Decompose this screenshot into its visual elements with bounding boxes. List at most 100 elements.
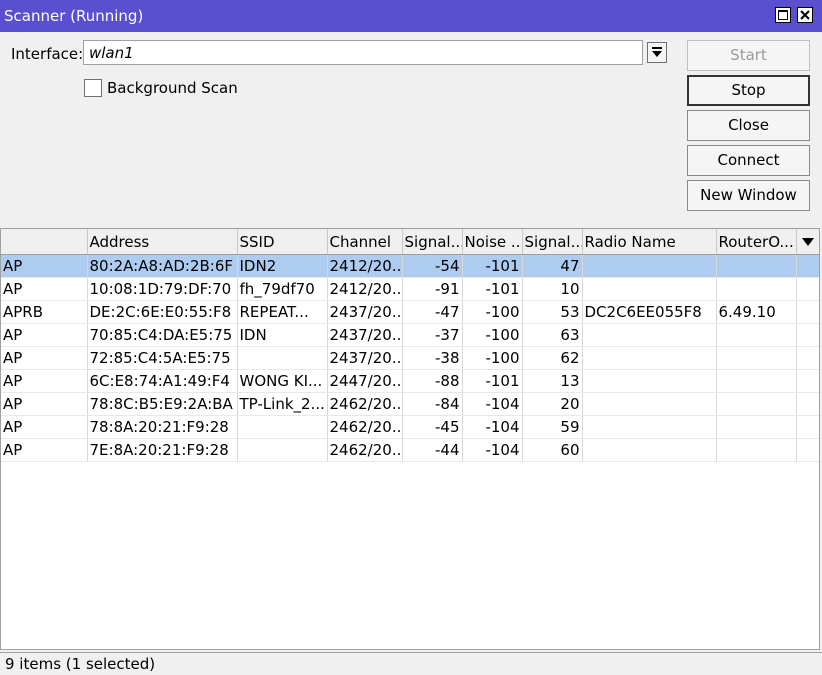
table-cell: 2437/20... (327, 300, 403, 324)
table-cell-pad (796, 346, 819, 370)
table-cell (237, 346, 328, 370)
table-row[interactable]: APRB DE:2C:6E:E0:55:F8 REPEAT... 2437/20...… (1, 300, 819, 324)
table-cell (716, 277, 797, 301)
column-header[interactable]: Signal... (522, 229, 583, 255)
table-cell-pad (796, 392, 819, 416)
column-header[interactable]: SSID (237, 229, 328, 255)
table-cell (716, 369, 797, 393)
table-cell: -84 (402, 392, 463, 416)
table-cell (582, 254, 717, 278)
stop-button[interactable]: Stop (687, 75, 810, 106)
table-cell: DC2C6EE055F8 (582, 300, 717, 324)
column-header[interactable] (1, 229, 88, 255)
background-scan-checkbox[interactable] (84, 79, 102, 97)
table-cell-pad (796, 415, 819, 439)
table-row[interactable]: AP 10:08:1D:79:DF:70 fh_79df70 2412/20... -9… (1, 277, 819, 301)
start-button[interactable]: Start (687, 40, 810, 71)
table-cell: 2462/20... (327, 392, 403, 416)
table-row[interactable]: AP 80:2A:A8:AD:2B:6F IDN2 2412/20... -54 -101… (1, 254, 819, 278)
table-cell: AP (1, 369, 88, 393)
table-cell (582, 392, 717, 416)
table-cell: 59 (522, 415, 583, 439)
table-cell-pad (796, 438, 819, 462)
table-cell: -100 (462, 323, 523, 347)
table-cell: 63 (522, 323, 583, 347)
title-bar: Scanner (Running) (0, 0, 822, 32)
connect-button[interactable]: Connect (687, 145, 810, 176)
table-cell: -104 (462, 415, 523, 439)
table-row[interactable]: AP 72:85:C4:5A:E5:75 2437/20... -38 -100 62 (1, 346, 819, 370)
table-cell: 78:8A:20:21:F9:28 (87, 415, 238, 439)
table-cell (237, 438, 328, 462)
table-cell: 6.49.10 (716, 300, 797, 324)
table-cell: -104 (462, 438, 523, 462)
table-cell: 2447/20... (327, 369, 403, 393)
table-cell (716, 392, 797, 416)
table-cell: -54 (402, 254, 463, 278)
table-cell: IDN2 (237, 254, 328, 278)
table-cell: 53 (522, 300, 583, 324)
table-cell: -38 (402, 346, 463, 370)
table-cell: -101 (462, 369, 523, 393)
interface-select[interactable]: wlan1 (83, 40, 643, 65)
interface-dropdown-button[interactable] (647, 42, 667, 63)
table-cell (582, 346, 717, 370)
maximize-icon (778, 10, 788, 20)
column-header[interactable]: Channel (327, 229, 403, 255)
table-row[interactable]: AP 78:8A:20:21:F9:28 2462/20... -45 -104 59 (1, 415, 819, 439)
table-row[interactable]: AP 7E:8A:20:21:F9:28 2462/20... -44 -104 60 (1, 438, 819, 462)
column-header[interactable]: Radio Name (582, 229, 717, 255)
column-header[interactable]: RouterO... (716, 229, 797, 255)
table-cell: -100 (462, 346, 523, 370)
column-header[interactable]: Signal... (402, 229, 463, 255)
table-cell-pad (796, 323, 819, 347)
table-cell: -101 (462, 277, 523, 301)
table-cell: TP-Link_2... (237, 392, 328, 416)
background-scan-label: Background Scan (107, 79, 238, 97)
table-cell: IDN (237, 323, 328, 347)
table-cell-pad (796, 254, 819, 278)
status-text: 9 items (1 selected) (5, 655, 156, 673)
column-header[interactable]: Address (87, 229, 238, 255)
table-cell: 78:8C:B5:E9:2A:BA (87, 392, 238, 416)
table-cell: AP (1, 254, 88, 278)
table-cell-pad (796, 277, 819, 301)
interface-label: Interface: (11, 45, 84, 63)
status-bar: 9 items (1 selected) (0, 652, 822, 675)
table-cell (582, 438, 717, 462)
table-cell: AP (1, 346, 88, 370)
table-row[interactable]: AP 78:8C:B5:E9:2A:BA TP-Link_2... 2462/20..… (1, 392, 819, 416)
table-row[interactable]: AP 70:85:C4:DA:E5:75 IDN 2437/20... -37 -100 6… (1, 323, 819, 347)
column-menu-icon (801, 237, 814, 246)
table-row[interactable]: AP 6C:E8:74:A1:49:F4 WONG KI... 2447/20... -… (1, 369, 819, 393)
table-cell (716, 254, 797, 278)
column-header[interactable]: Noise ... (462, 229, 523, 255)
table-cell: DE:2C:6E:E0:55:F8 (87, 300, 238, 324)
table-cell: APRB (1, 300, 88, 324)
maximize-button[interactable] (775, 7, 791, 23)
table-cell: -101 (462, 254, 523, 278)
dropdown-arrow-icon (652, 47, 662, 57)
table-cell-pad (796, 300, 819, 324)
column-menu-button[interactable] (796, 229, 819, 255)
table-cell (582, 277, 717, 301)
table-cell: 20 (522, 392, 583, 416)
table-cell: 70:85:C4:DA:E5:75 (87, 323, 238, 347)
new-window-button[interactable]: New Window (687, 180, 810, 211)
scan-results-table[interactable]: Address SSID Channel Signal... Noise ... Sign… (0, 228, 820, 650)
close-window-button[interactable] (797, 7, 813, 23)
table-cell: -91 (402, 277, 463, 301)
table-cell: 7E:8A:20:21:F9:28 (87, 438, 238, 462)
table-cell: -45 (402, 415, 463, 439)
table-cell (582, 369, 717, 393)
table-cell: AP (1, 277, 88, 301)
close-button[interactable]: Close (687, 110, 810, 141)
table-cell: 2412/20... (327, 277, 403, 301)
table-cell: 72:85:C4:5A:E5:75 (87, 346, 238, 370)
table-cell: REPEAT... (237, 300, 328, 324)
table-cell: 2437/20... (327, 323, 403, 347)
table-cell: 47 (522, 254, 583, 278)
table-body: AP 80:2A:A8:AD:2B:6F IDN2 2412/20... -54 -101… (1, 254, 819, 462)
table-cell: -104 (462, 392, 523, 416)
table-cell (716, 323, 797, 347)
